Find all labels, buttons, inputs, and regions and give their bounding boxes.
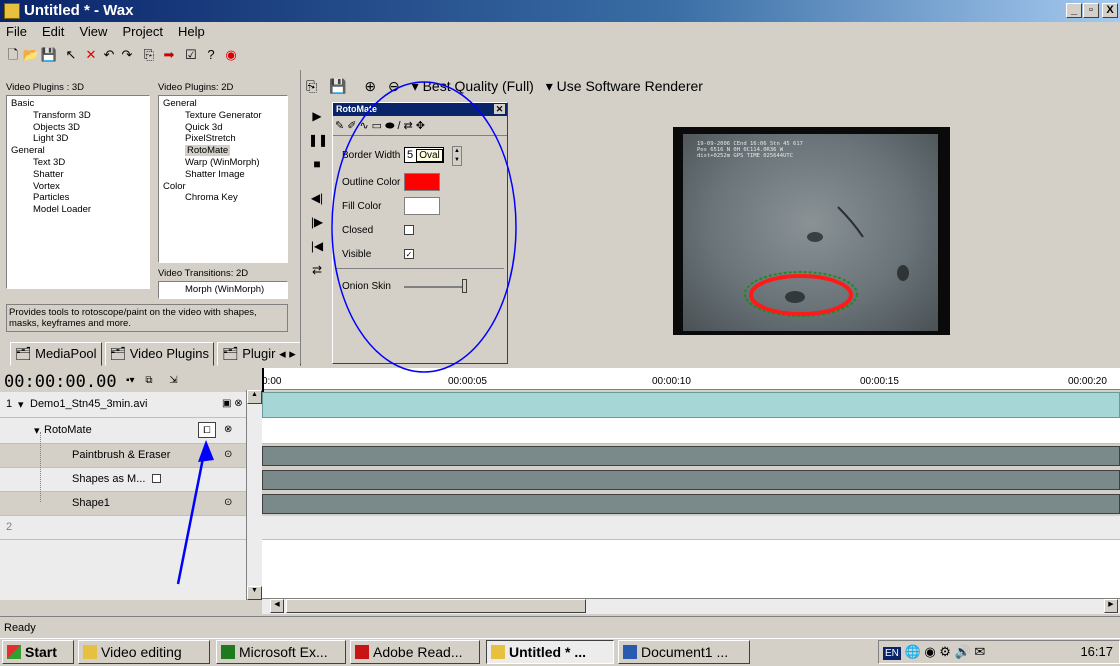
status-bar: Ready <box>0 616 1120 638</box>
annotation-layer <box>176 81 517 585</box>
annotation-arrow <box>176 447 207 585</box>
task-label: Document1 ... <box>641 644 729 660</box>
task-document[interactable]: Document1 ... <box>618 640 750 664</box>
task-label: Video editing <box>101 644 182 660</box>
task-label: Untitled * ... <box>509 644 586 660</box>
task-label: Adobe Read... <box>373 644 463 660</box>
task-label: Microsoft Ex... <box>239 644 328 660</box>
arrow-head-icon <box>198 440 214 462</box>
status-text: Ready <box>4 622 36 634</box>
clock: 16:17 <box>1080 644 1113 659</box>
windows-logo-icon <box>7 645 21 659</box>
start-label: Start <box>25 644 57 660</box>
folder-icon <box>83 645 97 659</box>
task-excel[interactable]: Microsoft Ex... <box>216 640 346 664</box>
excel-icon <box>221 645 235 659</box>
start-button[interactable]: Start <box>2 640 74 664</box>
adobe-icon <box>355 645 369 659</box>
language-indicator[interactable]: EN <box>883 647 901 660</box>
word-icon <box>623 645 637 659</box>
annotation-ellipse <box>331 81 517 373</box>
system-tray: EN 🌐 ◉ ⚙ 🔊 ✉ 16:17 <box>878 640 1120 664</box>
task-video-editing[interactable]: Video editing <box>78 640 210 664</box>
task-wax-active[interactable]: Untitled * ... <box>486 640 614 664</box>
tray-icons[interactable]: 🌐 ◉ ⚙ 🔊 ✉ <box>905 644 986 659</box>
task-adobe-reader[interactable]: Adobe Read... <box>350 640 480 664</box>
wax-icon <box>491 645 505 659</box>
